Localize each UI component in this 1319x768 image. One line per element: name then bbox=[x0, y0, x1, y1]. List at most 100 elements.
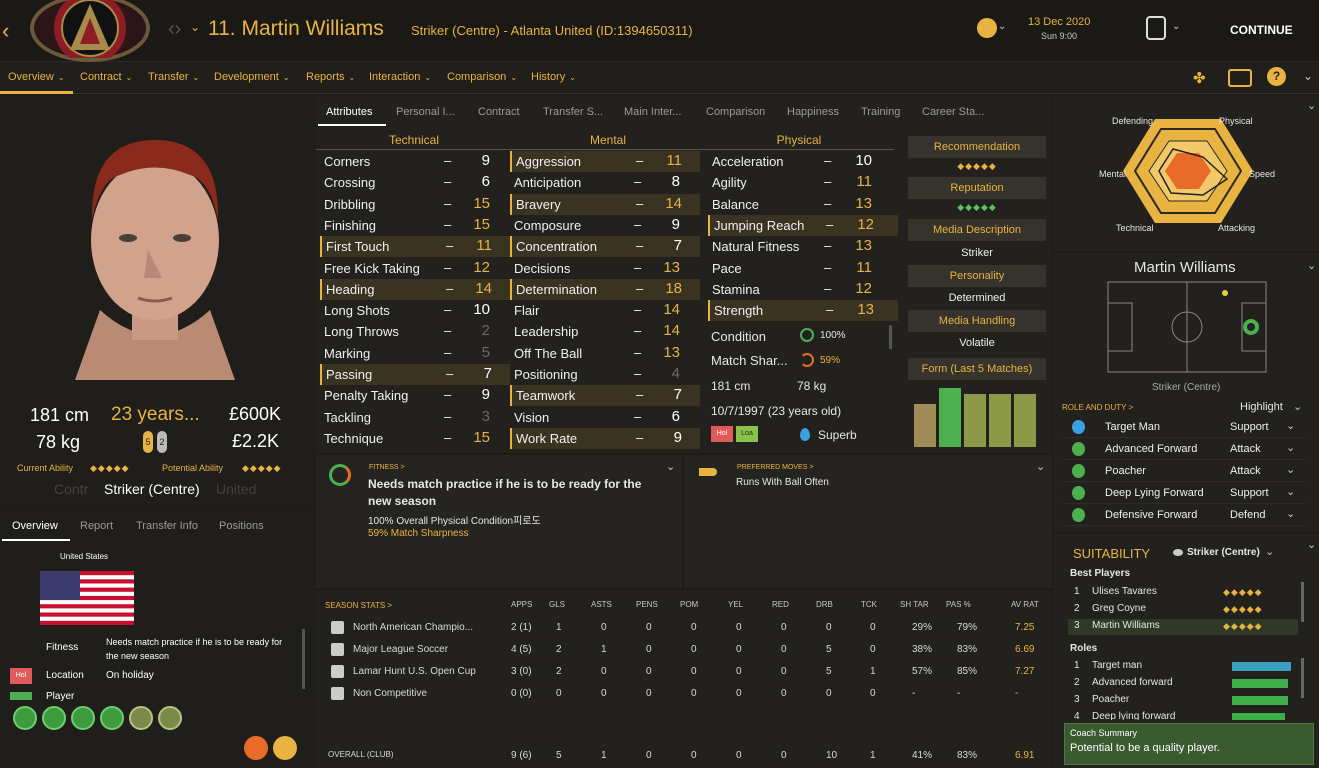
running-icon[interactable] bbox=[100, 706, 124, 730]
season-stats-label[interactable]: SEASON STATS > bbox=[325, 601, 392, 610]
progress-icon[interactable] bbox=[129, 706, 153, 730]
role-row[interactable]: Target Man Support ⌄ bbox=[1062, 416, 1306, 438]
badge-icon[interactable] bbox=[1228, 69, 1252, 87]
attr-scrollbar[interactable] bbox=[889, 325, 892, 349]
suitability-collapse-icon[interactable]: ⌄ bbox=[1307, 538, 1316, 551]
duty-select[interactable]: Support bbox=[1230, 487, 1269, 499]
role-row[interactable]: Poacher Attack ⌄ bbox=[1062, 460, 1306, 482]
tab-training[interactable]: Training bbox=[861, 106, 900, 118]
left-scrollbar[interactable] bbox=[302, 629, 305, 689]
stats-column-header[interactable]: PAS % bbox=[946, 600, 971, 609]
mental-attr-row[interactable]: Bravery – 14 bbox=[510, 193, 700, 215]
moves-expand-icon[interactable]: ⌄ bbox=[1036, 460, 1045, 473]
mental-attr-row[interactable]: Composure – 9 bbox=[510, 215, 700, 236]
technical-attr-row[interactable]: Heading – 14 bbox=[320, 278, 510, 300]
physical-attr-row[interactable]: Pace – 11 bbox=[708, 258, 898, 279]
tab-comparison[interactable]: Comparison bbox=[706, 106, 765, 118]
mental-attr-row[interactable]: Off The Ball – 13 bbox=[510, 343, 700, 364]
stats-column-header[interactable]: YEL bbox=[728, 600, 743, 609]
tab-transfer-status[interactable]: Transfer S... bbox=[543, 106, 603, 118]
manager-chevron-icon[interactable]: ⌄ bbox=[1172, 21, 1180, 32]
stats-column-header[interactable]: ASTS bbox=[591, 600, 612, 609]
mental-attr-row[interactable]: Concentration – 7 bbox=[510, 236, 700, 258]
mental-attr-row[interactable]: Work Rate – 9 bbox=[510, 427, 700, 449]
help-icon[interactable]: ? bbox=[1267, 67, 1286, 86]
tab-attributes[interactable]: Attributes bbox=[326, 106, 372, 118]
left-tab-transfer-info[interactable]: Transfer Info bbox=[136, 520, 198, 532]
manager-icon[interactable] bbox=[1146, 16, 1166, 40]
mental-attr-row[interactable]: Leadership – 14 bbox=[510, 321, 700, 342]
continue-button[interactable]: CONTINUE bbox=[1230, 23, 1293, 37]
role-suit-row[interactable]: 1 Target man bbox=[1068, 659, 1298, 675]
pills-icon[interactable] bbox=[273, 736, 297, 760]
tab-career-stats[interactable]: Career Sta... bbox=[922, 106, 984, 118]
physical-attr-row[interactable]: Agility – 11 bbox=[708, 172, 898, 193]
suitability-scrollbar[interactable] bbox=[1301, 582, 1304, 622]
stats-column-header[interactable]: POM bbox=[680, 600, 698, 609]
left-tab-report[interactable]: Report bbox=[80, 520, 113, 532]
physical-attr-row[interactable]: Natural Fitness – 13 bbox=[708, 236, 898, 257]
medical-icon[interactable] bbox=[244, 736, 268, 760]
tab-contract[interactable]: Contract bbox=[478, 106, 520, 118]
duty-chevron-icon[interactable]: ⌄ bbox=[1286, 485, 1295, 498]
duty-select[interactable]: Attack bbox=[1230, 443, 1261, 455]
nav-development[interactable]: Development ⌄ bbox=[214, 71, 290, 83]
stats-row[interactable]: OVERALL (CLUB) 9 (6) 5 1 0 0 0 0 10 1 41% 83% 6.91 bbox=[322, 745, 1042, 767]
stats-row[interactable]: North American Champio... 2 (1) 1 0 0 0 0 0 0 0 29… bbox=[322, 617, 1042, 639]
technical-attr-row[interactable]: Technique – 15 bbox=[320, 428, 510, 449]
highlight-chevron-icon[interactable]: ⌄ bbox=[1293, 400, 1302, 413]
role-suit-row[interactable]: 4 Deep lying forward bbox=[1068, 710, 1298, 720]
back-arrow-icon[interactable]: ‹ bbox=[2, 18, 9, 44]
technical-attr-row[interactable]: Long Shots – 10 bbox=[320, 300, 510, 321]
physical-attr-row[interactable]: Balance – 13 bbox=[708, 194, 898, 215]
best-player-row[interactable]: 2 Greg Coyne ◆◆◆◆◆ bbox=[1068, 602, 1298, 618]
technical-attr-row[interactable]: Long Throws – 2 bbox=[320, 321, 510, 342]
pitch-collapse-icon[interactable]: ⌄ bbox=[1307, 259, 1316, 272]
technical-attr-row[interactable]: Finishing – 15 bbox=[320, 215, 510, 236]
stats-column-header[interactable]: TCK bbox=[861, 600, 877, 609]
mental-attr-row[interactable]: Anticipation – 8 bbox=[510, 172, 700, 193]
nav-reports[interactable]: Reports ⌄ bbox=[306, 71, 355, 83]
physical-attr-row[interactable]: Strength – 13 bbox=[708, 300, 898, 322]
football-icon[interactable] bbox=[71, 706, 95, 730]
role-suit-row[interactable]: 2 Advanced forward bbox=[1068, 676, 1298, 692]
tab-happiness[interactable]: Happiness bbox=[787, 106, 839, 118]
role-suit-row[interactable]: 3 Poacher bbox=[1068, 693, 1298, 709]
stats-row[interactable]: Lamar Hunt U.S. Open Cup 3 (0) 2 0 0 0 0 0 5 1 57%… bbox=[322, 661, 1042, 683]
nav-history[interactable]: History ⌄ bbox=[531, 71, 576, 83]
duty-select[interactable]: Defend bbox=[1230, 509, 1265, 521]
duty-select[interactable]: Attack bbox=[1230, 465, 1261, 477]
mental-attr-row[interactable]: Teamwork – 7 bbox=[510, 385, 700, 407]
nav-contract[interactable]: Contract ⌄ bbox=[80, 71, 132, 83]
technical-attr-row[interactable]: Marking – 5 bbox=[320, 343, 510, 364]
stats-column-header[interactable]: GLS bbox=[549, 600, 565, 609]
stats-column-header[interactable]: APPS bbox=[511, 600, 532, 609]
fitness-expand-icon[interactable]: ⌄ bbox=[666, 460, 675, 473]
mental-attr-row[interactable]: Positioning – 4 bbox=[510, 364, 700, 385]
technical-attr-row[interactable]: Crossing – 6 bbox=[320, 172, 510, 193]
best-player-row[interactable]: 1 Ulises Tavares ◆◆◆◆◆ bbox=[1068, 585, 1298, 601]
preferred-moves-label[interactable]: PREFERRED MOVES > bbox=[737, 464, 813, 471]
mental-attr-row[interactable]: Flair – 14 bbox=[510, 300, 700, 321]
globe-icon[interactable] bbox=[977, 18, 997, 38]
mental-attr-row[interactable]: Vision – 6 bbox=[510, 407, 700, 428]
stats-row[interactable]: Major League Soccer 4 (5) 2 1 0 0 0 0 5 0 38% 83% 6.… bbox=[322, 639, 1042, 661]
mental-attr-row[interactable]: Aggression – 11 bbox=[510, 151, 700, 172]
duty-chevron-icon[interactable]: ⌄ bbox=[1286, 419, 1295, 432]
squad-icon[interactable]: ✤ bbox=[1193, 69, 1206, 87]
mental-attr-row[interactable]: Determination – 18 bbox=[510, 278, 700, 300]
left-tab-positions[interactable]: Positions bbox=[219, 520, 264, 532]
mental-icon[interactable] bbox=[42, 706, 66, 730]
mental-attr-row[interactable]: Decisions – 13 bbox=[510, 258, 700, 279]
role-row[interactable]: Deep Lying Forward Support ⌄ bbox=[1062, 482, 1306, 504]
technical-attr-row[interactable]: Passing – 7 bbox=[320, 364, 510, 385]
stats-column-header[interactable]: DRB bbox=[816, 600, 833, 609]
injury-icon[interactable] bbox=[158, 706, 182, 730]
radar-collapse-icon[interactable]: ⌄ bbox=[1307, 99, 1316, 112]
nav-overview[interactable]: Overview ⌄ bbox=[8, 71, 65, 83]
duty-chevron-icon[interactable]: ⌄ bbox=[1286, 507, 1295, 520]
role-row[interactable]: Advanced Forward Attack ⌄ bbox=[1062, 438, 1306, 460]
nav-comparison[interactable]: Comparison ⌄ bbox=[447, 71, 517, 83]
duty-select[interactable]: Support bbox=[1230, 421, 1269, 433]
tab-personal[interactable]: Personal I... bbox=[396, 106, 455, 118]
